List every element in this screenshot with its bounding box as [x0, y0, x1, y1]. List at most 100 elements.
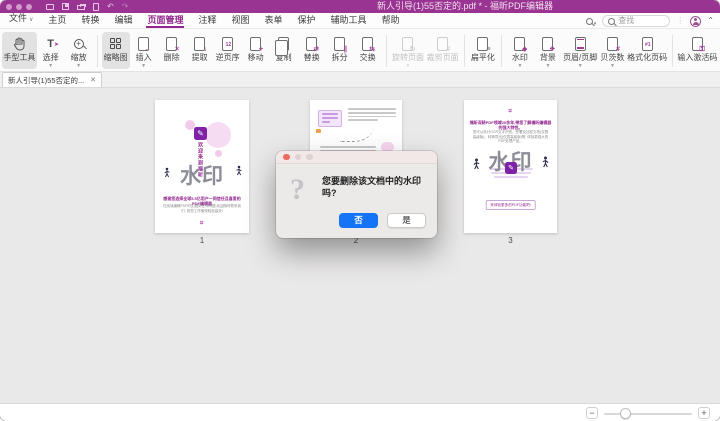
bates-number-button[interactable]: # 贝茨数 ▼ — [598, 32, 626, 69]
swap-page-button[interactable]: ⇆ 交换 — [354, 32, 382, 69]
background-icon: ❖ — [542, 35, 553, 52]
document-tab[interactable]: 新人引导(1)55否定的... ✕ — [2, 72, 102, 87]
chevron-down-icon: ▼ — [545, 64, 550, 69]
collapse-toolbar-button[interactable]: ⌃ — [707, 17, 714, 25]
replace-page-button[interactable]: ⇄ 替换 — [298, 32, 326, 69]
split-page-button[interactable]: ∥ 拆分 — [326, 32, 354, 69]
select-cursor-icon: T➤ — [47, 35, 54, 52]
menu-protect[interactable]: 保护 — [297, 13, 317, 28]
activation-code-icon: ⚿ — [692, 35, 703, 52]
zoom-slider-thumb[interactable] — [620, 408, 631, 419]
zoom-magnifier-icon: + — [74, 35, 84, 52]
dialog-close-button[interactable] — [283, 154, 290, 161]
titlebar: ↶ ↷ 新人引导(1)55否定的.pdf * - 福昕PDF编辑器 — [0, 0, 720, 13]
illustration-accent — [316, 129, 321, 133]
person-figure — [163, 166, 171, 184]
print-icon[interactable] — [77, 5, 85, 10]
open-file-icon[interactable] — [46, 4, 54, 10]
chevron-down-icon: ▼ — [405, 64, 410, 69]
chevron-down-icon: ▼ — [76, 64, 81, 69]
menu-view[interactable]: 视图 — [231, 13, 251, 28]
decorative-circle — [205, 122, 231, 148]
toolbar-divider — [672, 35, 673, 67]
tab-title: 新人引导(1)55否定的... — [8, 75, 84, 86]
watermark-button[interactable]: ◆ 水印 ▼ — [506, 32, 534, 69]
insert-page-icon: ← — [138, 35, 149, 52]
background-button[interactable]: ❖ 背景 ▼ — [534, 32, 562, 69]
foxit-logo-icon: ✎ — [194, 127, 207, 140]
chevron-down-icon: ▼ — [517, 64, 522, 69]
extract-page-button[interactable]: ↓ 提取 — [186, 32, 214, 69]
reverse-page-order-button[interactable]: 12 逆页序 — [214, 32, 242, 69]
find-placeholder: 查找 — [618, 16, 634, 26]
menu-convert[interactable]: 转换 — [80, 13, 100, 28]
account-avatar[interactable] — [690, 16, 701, 27]
split-page-icon: ∥ — [334, 35, 345, 52]
statusbar: − + — [0, 403, 720, 421]
extract-page-icon: ↓ — [194, 35, 205, 52]
menu-page-management[interactable]: 页面管理 — [146, 13, 184, 28]
menu-accessibility[interactable]: 辅助工具 — [330, 13, 368, 28]
move-page-button[interactable]: + 移动 — [242, 32, 270, 69]
find-input[interactable]: 查找 — [602, 15, 670, 27]
header-footer-icon — [575, 35, 586, 52]
thumbnails-grid-icon — [110, 35, 122, 52]
swap-page-icon: ⇆ — [362, 35, 373, 52]
zoom-in-button[interactable]: + — [698, 407, 710, 419]
delete-page-button[interactable]: × 删除 — [158, 32, 186, 69]
zoom-tool-button[interactable]: + 缩放 ▼ — [65, 32, 93, 69]
rotate-page-button[interactable]: ↻ 旋转页面 ▼ — [391, 32, 426, 69]
enter-activation-code-button[interactable]: ⚿ 输入激活码 — [677, 32, 718, 69]
header-footer-button[interactable]: 页眉/页脚 ▼ — [562, 32, 599, 69]
scroll-down-chevron-icon: » — [198, 176, 207, 234]
save-icon[interactable] — [62, 3, 69, 10]
person-figure — [235, 164, 243, 182]
format-page-number-button[interactable]: #1 格式化页码 — [626, 32, 667, 69]
flatten-button[interactable]: ≡ 扁平化 — [469, 32, 497, 69]
delete-page-icon: × — [166, 35, 177, 52]
minimize-window-button[interactable] — [16, 4, 22, 10]
zoom-slider[interactable] — [604, 413, 692, 416]
menu-form[interactable]: 表单 — [264, 13, 284, 28]
flatten-icon: ≡ — [477, 35, 488, 52]
document-icon[interactable] — [93, 3, 99, 11]
dialog-minimize-button — [295, 154, 302, 161]
crop-page-button[interactable]: # 裁剪页面 — [425, 32, 460, 69]
hand-tool-button[interactable]: 手型工具 — [2, 32, 37, 69]
duplicate-page-button[interactable]: 复制 — [270, 32, 298, 69]
page3-cta-button: 来体验更多的PDF功能吧! — [485, 200, 536, 210]
search-scope-button[interactable]: ▾ — [586, 12, 597, 30]
illustration-screenshot — [318, 110, 342, 127]
dialog-titlebar — [276, 151, 437, 164]
menu-file[interactable]: 文件∨ — [8, 11, 34, 28]
redo-icon[interactable]: ↷ — [122, 3, 129, 11]
rotate-page-icon: ↻ — [402, 35, 413, 52]
menu-comment[interactable]: 注释 — [197, 13, 217, 28]
undo-icon[interactable]: ↶ — [107, 3, 114, 11]
hand-icon — [13, 35, 26, 52]
thumbnails-button[interactable]: 缩略图 — [102, 32, 130, 69]
menu-home[interactable]: 主页 — [47, 13, 67, 28]
page-number-3: 3 — [464, 236, 557, 246]
toolbar-divider — [464, 35, 465, 67]
question-mark-icon: ? — [290, 173, 305, 207]
dialog-yes-button[interactable]: 是 — [387, 213, 426, 228]
close-tab-icon[interactable]: ✕ — [90, 76, 96, 84]
zoom-window-button[interactable] — [26, 4, 32, 10]
close-window-button[interactable] — [6, 4, 12, 10]
app-window: ↶ ↷ 新人引导(1)55否定的.pdf * - 福昕PDF编辑器 文件∨ 主页… — [0, 0, 720, 421]
page-thumbnail-3[interactable]: » 福昕深耕PDF领域20余年,带您了解福昕编辑器的强大特性。 您可以执行OCR… — [464, 100, 557, 233]
insert-page-button[interactable]: ← 插入 ▼ — [130, 32, 158, 69]
dialog-no-button[interactable]: 否 — [339, 213, 378, 228]
dialog-message: 您要删除该文档中的水印吗? — [322, 175, 430, 199]
menu-edit[interactable]: 编辑 — [113, 13, 133, 28]
chevron-down-icon: ▼ — [141, 64, 146, 69]
chevron-down-icon: ▼ — [610, 64, 615, 69]
menu-help[interactable]: 帮助 — [381, 13, 401, 28]
page-number-1: 1 — [155, 236, 249, 246]
page-thumbnail-1[interactable]: ✎ 欢迎来到福昕 水印 感谢您选择全球5.5亿用户一同信任且喜爱的PDF编辑器 … — [155, 100, 249, 233]
zoom-out-button[interactable]: − — [586, 407, 598, 419]
select-tool-button[interactable]: T➤ 选择 ▼ — [37, 32, 65, 69]
replace-page-icon: ⇄ — [306, 35, 317, 52]
page2-text-lines — [348, 108, 396, 123]
